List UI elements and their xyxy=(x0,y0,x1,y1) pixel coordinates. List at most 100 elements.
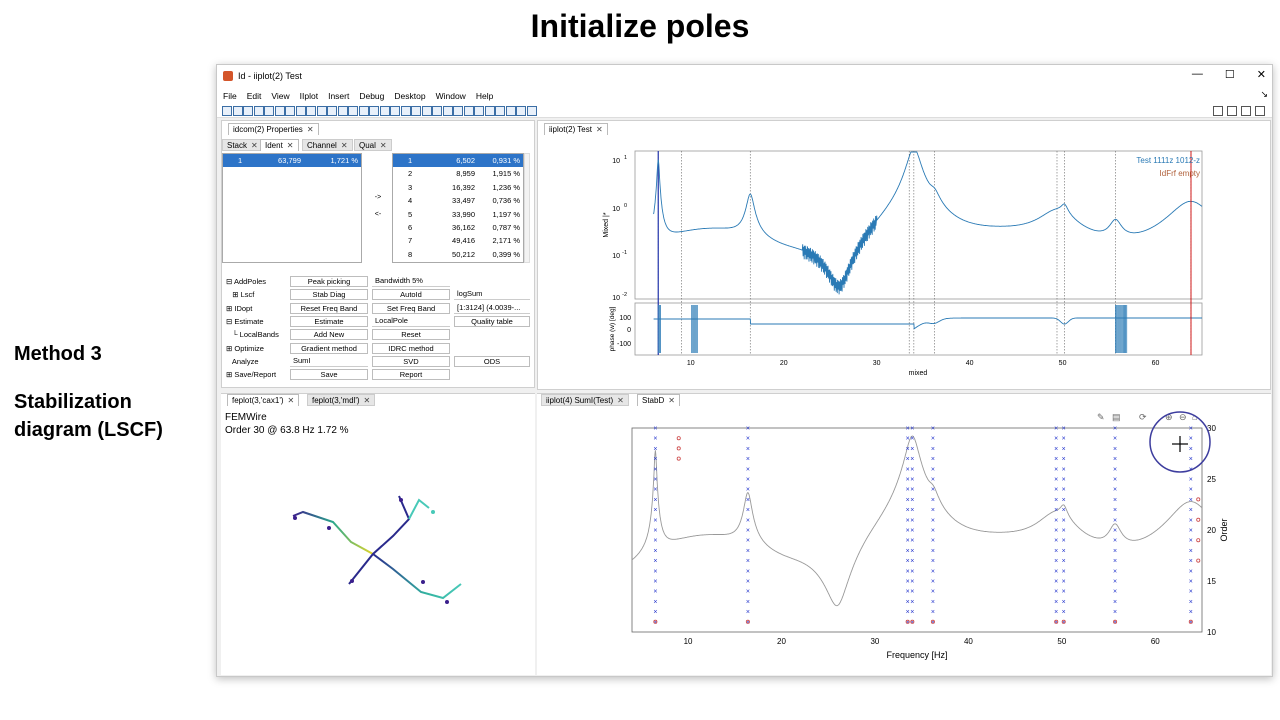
toolbar-tool-icon[interactable] xyxy=(285,106,295,116)
toolbar-tool-icon[interactable] xyxy=(411,106,421,116)
tab-feplot-mdl[interactable]: feplot(3,'mdl') ✕ xyxy=(307,394,376,406)
brush-icon[interactable]: ✎ xyxy=(1097,412,1105,422)
close-icon[interactable]: ✕ xyxy=(380,141,387,150)
command-button[interactable]: Report xyxy=(372,369,450,381)
command-button[interactable]: LocalPole xyxy=(372,315,450,327)
toolbar-tool-icon[interactable] xyxy=(390,106,400,116)
toolbar-tool-icon[interactable] xyxy=(421,106,432,116)
list-item[interactable]: 8 50,212 0,399 % xyxy=(393,248,523,261)
list-item[interactable]: 1 6,502 0,931 % xyxy=(393,154,523,168)
list-item[interactable]: 4 33,497 0,736 % xyxy=(393,194,523,207)
list-item[interactable]: 2 8,959 1,915 % xyxy=(393,167,523,180)
menu-debug[interactable]: Debug xyxy=(359,91,384,101)
close-icon[interactable]: ✕ xyxy=(668,396,675,405)
save-icon[interactable]: ▤ xyxy=(1112,412,1121,422)
layout-icon[interactable] xyxy=(1213,106,1223,116)
stabilization-diagram[interactable]: ××××××××××××××××××××××××××××××××××××××××… xyxy=(537,406,1271,676)
axes-toolbar[interactable]: ✎ ▤ ⟳ ⊕ ⊖ ⌂ xyxy=(1097,412,1197,422)
command-button[interactable]: IDRC method xyxy=(372,342,450,354)
list-scrollbar[interactable] xyxy=(524,153,530,263)
frf-plot[interactable]: 10 110 010 -110 -2 10 20 30 40 50 60 100 0 -100 M… xyxy=(538,133,1272,391)
toolbar-tool-icon[interactable] xyxy=(369,106,379,116)
command-button[interactable]: SumI xyxy=(290,355,368,367)
minimize-button[interactable]: — xyxy=(1192,68,1203,81)
menu-file[interactable]: File xyxy=(223,91,237,101)
command-button[interactable]: Stab Diag xyxy=(290,289,368,301)
command-button[interactable]: Gradient method xyxy=(290,342,368,354)
close-icon[interactable]: ✕ xyxy=(307,125,314,134)
command-button[interactable]: AutoId xyxy=(372,289,450,301)
toolbar-tool-icon[interactable] xyxy=(463,106,474,116)
toolbar-tool-icon[interactable] xyxy=(516,106,526,116)
toolbar-tool-icon[interactable] xyxy=(453,106,463,116)
command-button[interactable]: Estimate xyxy=(290,315,368,327)
toolbar-tool-icon[interactable] xyxy=(400,106,411,116)
toolbar-tool-icon[interactable] xyxy=(505,106,516,116)
command-button[interactable]: SVD xyxy=(372,355,450,367)
toolbar-tool-icon[interactable] xyxy=(253,106,264,116)
list-item[interactable]: 3 16,392 1,236 % xyxy=(393,181,523,194)
command-button[interactable]: Reset Freq Band xyxy=(290,302,368,314)
list-item[interactable]: 6 36,162 0,787 % xyxy=(393,221,523,234)
tab-iiplot-sumi[interactable]: iiplot(4) SumI(Test) ✕ xyxy=(541,394,629,406)
layout-icon[interactable] xyxy=(1241,106,1251,116)
toolbar-tool-icon[interactable] xyxy=(379,106,390,116)
toolbar-tool-icon[interactable] xyxy=(243,106,253,116)
command-button[interactable]: Bandwidth 5% xyxy=(372,276,450,287)
command-button[interactable]: Set Freq Band xyxy=(372,302,450,314)
toolbar-tool-icon[interactable] xyxy=(442,106,453,116)
toolbar-tool-icon[interactable] xyxy=(358,106,369,116)
menu-iiplot[interactable]: IIplot xyxy=(300,91,318,101)
undock-icon[interactable]: ↘ xyxy=(1260,89,1268,100)
tab-feplot-cax1[interactable]: feplot(3,'cax1') ✕ xyxy=(227,394,300,406)
list-item[interactable]: 1 63,799 1,721 % xyxy=(223,154,361,168)
toolbar-tool-icon[interactable] xyxy=(306,106,316,116)
list-item[interactable]: 7 49,416 2,171 % xyxy=(393,234,523,247)
pole-candidates-list[interactable]: 1 6,502 0,931 % 2 8,959 1,915 % 3 16,392 1,236 %… xyxy=(392,153,524,263)
close-icon[interactable]: ✕ xyxy=(287,141,294,150)
identified-poles-list[interactable]: 1 63,799 1,721 % xyxy=(222,153,362,263)
toolbar-tool-icon[interactable] xyxy=(348,106,358,116)
menu-insert[interactable]: Insert xyxy=(328,91,349,101)
layout-icon[interactable] xyxy=(1255,106,1265,116)
toolbar-tool-icon[interactable] xyxy=(474,106,484,116)
close-icon[interactable]: ✕ xyxy=(617,396,624,405)
command-button[interactable]: Peak picking xyxy=(290,276,368,287)
toolbar-tool-icon[interactable] xyxy=(484,106,495,116)
command-option[interactable]: ODS xyxy=(454,355,530,367)
toolbar-tool-icon[interactable] xyxy=(274,106,285,116)
tab-idcom-properties[interactable]: idcom(2) Properties ✕ xyxy=(228,123,319,135)
menu-window[interactable]: Window xyxy=(436,91,466,101)
close-button[interactable]: ✕ xyxy=(1257,68,1266,81)
close-icon[interactable]: ✕ xyxy=(341,141,348,150)
command-button[interactable]: Reset xyxy=(372,329,450,341)
toolbar-tool-icon[interactable] xyxy=(232,106,243,116)
close-icon[interactable]: ✕ xyxy=(364,396,371,405)
command-button[interactable]: Add New xyxy=(290,329,368,341)
maximize-button[interactable]: ☐ xyxy=(1225,68,1235,81)
zoom-out-icon[interactable]: ⊖ xyxy=(1179,412,1187,422)
close-icon[interactable]: ✕ xyxy=(288,396,295,405)
toolbar-tool-icon[interactable] xyxy=(264,106,274,116)
toolbar-tool-icon[interactable] xyxy=(327,106,337,116)
tab-stabd[interactable]: StabD ✕ xyxy=(637,394,680,406)
toolbar-tool-icon[interactable] xyxy=(432,106,442,116)
layout-icon[interactable] xyxy=(1227,106,1237,116)
close-icon[interactable]: ✕ xyxy=(251,141,258,150)
command-option[interactable]: logSum xyxy=(454,289,530,301)
move-left-button[interactable]: <- xyxy=(367,211,389,218)
command-button[interactable]: Save xyxy=(290,369,368,381)
toolbar-tool-icon[interactable] xyxy=(316,106,327,116)
menu-desktop[interactable]: Desktop xyxy=(394,91,425,101)
toolbar-tool-icon[interactable] xyxy=(337,106,348,116)
menu-edit[interactable]: Edit xyxy=(247,91,262,101)
command-option[interactable]: [1:3124] (4.0039-... xyxy=(454,302,530,314)
menu-help[interactable]: Help xyxy=(476,91,493,101)
wireframe-view[interactable] xyxy=(221,444,535,664)
toolbar-tool-icon[interactable] xyxy=(526,106,537,116)
toolbar-tool-icon[interactable] xyxy=(495,106,505,116)
tab-channel[interactable]: Channel ✕ xyxy=(302,139,353,151)
toolbar-tool-icon[interactable] xyxy=(222,106,232,116)
list-item[interactable]: 5 33,990 1,197 % xyxy=(393,208,523,221)
move-right-button[interactable]: -> xyxy=(367,194,389,201)
